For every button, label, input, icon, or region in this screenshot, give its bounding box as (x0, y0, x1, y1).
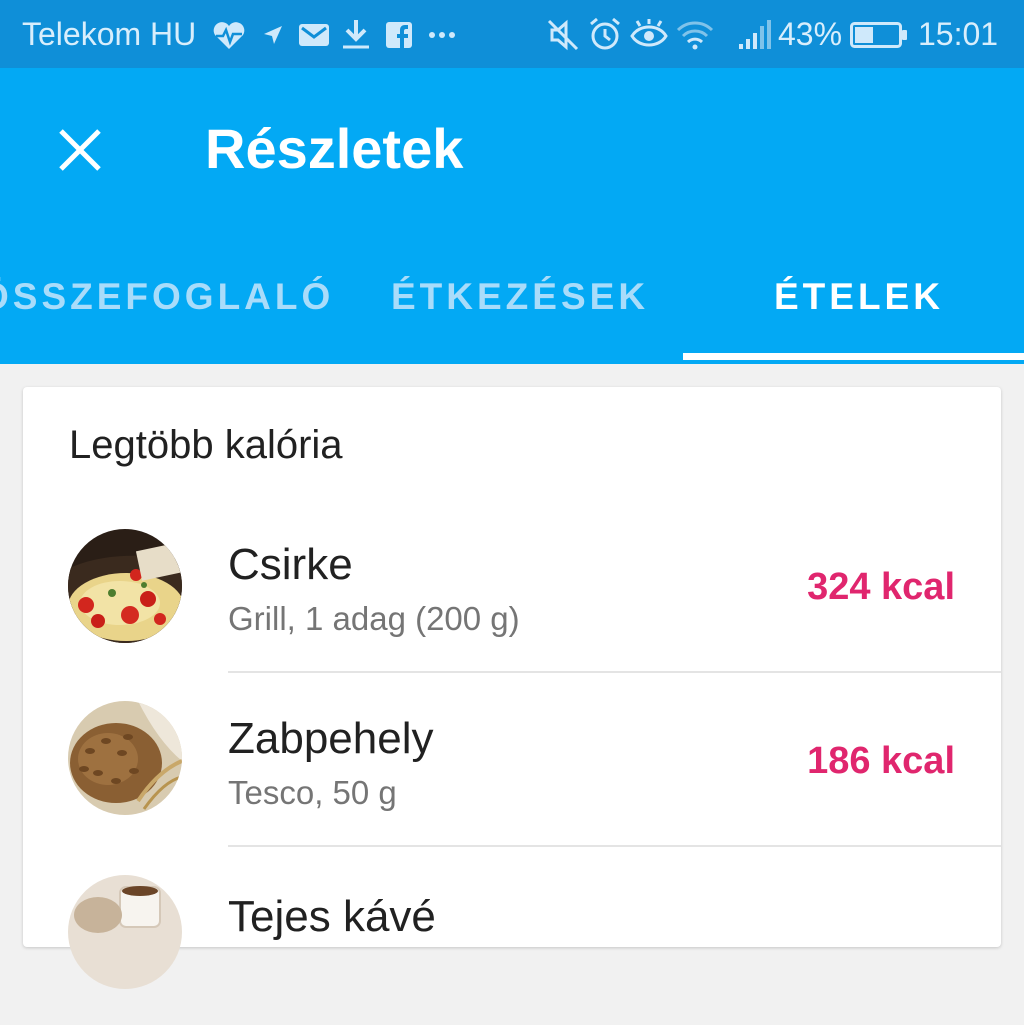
food-kcal: 186 kcal (807, 740, 955, 782)
divider (228, 671, 1001, 673)
tab-etkezesek[interactable]: ÉTKEZÉSEK (391, 264, 649, 360)
food-name: Zabpehely (228, 714, 434, 763)
wifi-icon (676, 21, 714, 50)
food-thumbnail (68, 529, 182, 643)
card-title: Legtöbb kalória (69, 423, 343, 467)
battery-percentage: 43% (778, 16, 843, 52)
pizza-photo (68, 529, 182, 643)
more-dots-icon (429, 32, 455, 38)
app-bar: Részletek ÖSSZEFOGLALÓ ÉTKEZÉSEK ÉTELEK (0, 68, 1024, 364)
active-tab-indicator (683, 353, 1024, 360)
mail-icon (299, 24, 329, 46)
navigation-icon (264, 26, 282, 44)
eye-icon (630, 19, 668, 47)
battery-icon (850, 22, 907, 48)
facebook-icon (386, 22, 412, 48)
alarm-icon (590, 17, 620, 50)
top-calories-card: Legtöbb kalória Csirke Grill, 1 adag (20… (23, 387, 1001, 989)
page-title: Részletek (205, 117, 464, 180)
close-icon (59, 129, 101, 171)
food-thumbnail (68, 875, 182, 989)
signal-icon (739, 20, 771, 49)
close-button[interactable] (52, 122, 108, 178)
tab-osszefoglalo[interactable]: ÖSSZEFOGLALÓ (0, 264, 334, 360)
food-row-tejes-kave[interactable]: Tejes kávé (23, 853, 1001, 1025)
food-kcal: 324 kcal (807, 566, 955, 608)
food-thumbnail (68, 701, 182, 815)
food-row-csirke[interactable]: Csirke Grill, 1 adag (200 g) 324 kcal (23, 505, 1001, 677)
mute-icon (547, 19, 579, 51)
food-row-zabpehely[interactable]: Zabpehely Tesco, 50 g 186 kcal (23, 679, 1001, 851)
food-name: Tejes kávé (228, 892, 436, 941)
divider (228, 845, 1001, 847)
carrier-name: Telekom HU (22, 16, 197, 52)
tab-bar: ÖSSZEFOGLALÓ ÉTKEZÉSEK ÉTELEK (0, 264, 1024, 364)
clock: 15:01 (918, 16, 999, 52)
status-bar: Telekom HU 43% 15:01 (0, 0, 1024, 68)
oats-photo (68, 701, 182, 815)
tab-etelek[interactable]: ÉTELEK (774, 264, 944, 360)
food-name: Csirke (228, 540, 353, 589)
download-icon (343, 20, 369, 49)
food-detail: Grill, 1 adag (200 g) (228, 600, 520, 637)
heart-pulse-icon (213, 22, 245, 49)
coffee-photo (68, 875, 182, 989)
food-detail: Tesco, 50 g (228, 774, 397, 811)
